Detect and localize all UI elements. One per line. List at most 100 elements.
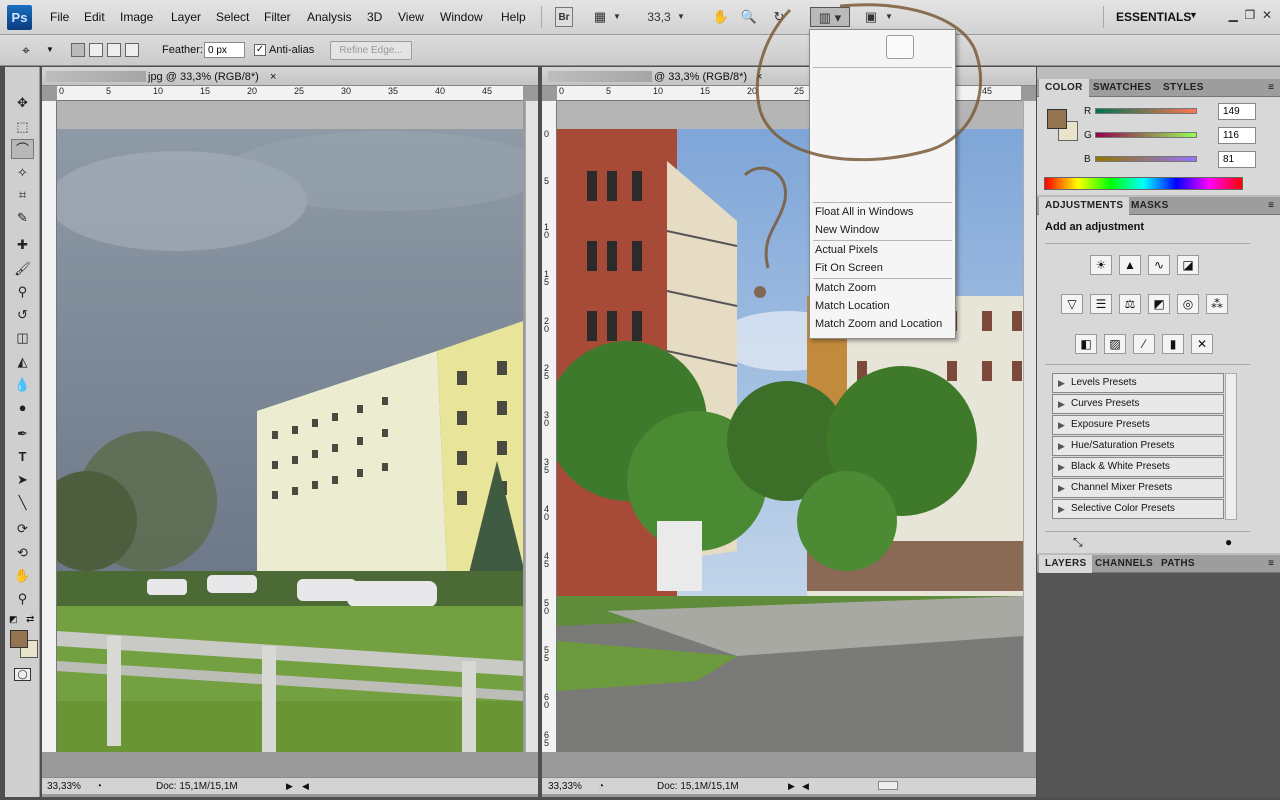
tab-adjustments[interactable]: ADJUSTMENTS: [1039, 197, 1130, 215]
tab-color[interactable]: COLOR: [1039, 79, 1089, 97]
path-selection-tool-icon[interactable]: ➤: [11, 470, 34, 490]
document-tab-1[interactable]: jpg @ 33,3% (RGB/8*) ×: [42, 67, 538, 86]
chevron-right-icon[interactable]: ▶: [788, 781, 795, 792]
chevron-down-icon[interactable]: ▼: [1189, 10, 1198, 20]
hue-saturation-icon[interactable]: ☰: [1090, 294, 1112, 314]
black-white-icon[interactable]: ◩: [1148, 294, 1170, 314]
photoshop-logo[interactable]: Ps: [7, 5, 32, 30]
horizontal-scroll-thumb[interactable]: [878, 781, 898, 790]
zoom-percentage[interactable]: 33,33%: [548, 781, 582, 792]
menu-match-location[interactable]: Match Location: [815, 300, 890, 312]
dodge-tool-icon[interactable]: ●: [11, 398, 34, 418]
lasso-tool-icon[interactable]: ⌒: [11, 139, 34, 159]
menu-file[interactable]: File: [50, 10, 69, 24]
menu-help[interactable]: Help: [501, 10, 526, 24]
menu-window[interactable]: Window: [440, 10, 483, 24]
green-value-input[interactable]: [1218, 127, 1256, 144]
history-brush-tool-icon[interactable]: ↺: [11, 305, 34, 325]
threshold-icon[interactable]: ⁄: [1133, 334, 1155, 354]
red-value-input[interactable]: [1218, 103, 1256, 120]
photo-filter-icon[interactable]: ◎: [1177, 294, 1199, 314]
layout-consolidate-icon[interactable]: [886, 35, 914, 59]
foreground-color-swatch[interactable]: [10, 630, 28, 648]
subtract-selection-icon[interactable]: [107, 43, 121, 57]
zoom-icon[interactable]: 🔍: [739, 7, 759, 27]
panel-menu-icon[interactable]: ≡: [1268, 82, 1274, 93]
swap-colors-icon[interactable]: ⇄: [26, 614, 34, 625]
chevron-down-icon[interactable]: ▼: [676, 7, 686, 27]
line-tool-icon[interactable]: ╲: [11, 493, 34, 513]
tab-swatches[interactable]: SWATCHES: [1087, 79, 1157, 97]
channel-mixer-icon[interactable]: ⁂: [1206, 294, 1228, 314]
tab-channels[interactable]: CHANNELS: [1089, 555, 1159, 573]
preset-black-white[interactable]: ▶ Black & White Presets: [1052, 457, 1224, 477]
brightness-icon[interactable]: ☀: [1090, 255, 1112, 275]
crop-tool-icon[interactable]: ⌗: [11, 185, 34, 205]
workspace-switcher[interactable]: ESSENTIALS: [1116, 10, 1191, 24]
preset-hue-saturation[interactable]: ▶ Hue/Saturation Presets: [1052, 436, 1224, 456]
tab-paths[interactable]: PATHS: [1155, 555, 1201, 573]
presets-scrollbar[interactable]: [1225, 373, 1237, 520]
bridge-button[interactable]: Br: [555, 7, 573, 27]
zoom-level-value[interactable]: 33,3: [646, 7, 672, 27]
menu-edit[interactable]: Edit: [84, 10, 105, 24]
magic-wand-tool-icon[interactable]: ✧: [11, 163, 34, 183]
preset-channel-mixer[interactable]: ▶ Channel Mixer Presets: [1052, 478, 1224, 498]
eraser-tool-icon[interactable]: ◫: [11, 328, 34, 348]
preset-exposure[interactable]: ▶ Exposure Presets: [1052, 415, 1224, 435]
menu-float-all-in-windows[interactable]: Float All in Windows: [815, 206, 913, 218]
posterize-icon[interactable]: ▨: [1104, 334, 1126, 354]
vibrance-icon[interactable]: ▽: [1061, 294, 1083, 314]
vertical-scrollbar[interactable]: [1023, 101, 1036, 752]
preset-levels[interactable]: ▶ Levels Presets: [1052, 373, 1224, 393]
menu-actual-pixels[interactable]: Actual Pixels: [815, 244, 878, 256]
arrange-documents-button[interactable]: ▥ ▾: [810, 7, 850, 27]
document-tab-2[interactable]: @ 33,3% (RGB/8*) ×: [542, 67, 1036, 86]
status-menu-icon[interactable]: ◔: [96, 781, 102, 792]
tab-layers[interactable]: LAYERS: [1039, 555, 1093, 573]
canvas-1[interactable]: [57, 101, 523, 752]
red-slider[interactable]: [1095, 108, 1197, 114]
zoom-tool-icon[interactable]: ⚲: [11, 589, 34, 609]
close-icon[interactable]: ×: [756, 71, 762, 83]
screen-mode-icon[interactable]: ▣: [861, 7, 881, 27]
restore-icon[interactable]: ❐: [1245, 8, 1256, 22]
menu-select[interactable]: Select: [216, 10, 249, 24]
tab-masks[interactable]: MASKS: [1125, 197, 1175, 215]
paint-bucket-tool-icon[interactable]: ◭: [11, 352, 34, 372]
color-spectrum-bar[interactable]: [1044, 177, 1243, 190]
minimize-icon[interactable]: ▁: [1229, 8, 1238, 22]
3d-rotate-tool-icon[interactable]: ⟳: [11, 519, 34, 539]
chevron-down-icon[interactable]: ▼: [612, 7, 622, 27]
blue-value-input[interactable]: [1218, 151, 1256, 168]
preset-selective-color[interactable]: ▶ Selective Color Presets: [1052, 499, 1224, 519]
preset-curves[interactable]: ▶ Curves Presets: [1052, 394, 1224, 414]
menu-match-zoom-and-location[interactable]: Match Zoom and Location: [815, 318, 942, 330]
scroll-left-icon[interactable]: ◀: [802, 781, 809, 792]
refine-edge-button[interactable]: Refine Edge...: [330, 41, 412, 60]
invert-icon[interactable]: ◧: [1075, 334, 1097, 354]
brush-tool-icon[interactable]: 🖌: [11, 259, 34, 279]
chevron-right-icon[interactable]: ▶: [286, 781, 293, 792]
quick-mask-icon[interactable]: ◯: [14, 668, 31, 681]
add-selection-icon[interactable]: [89, 43, 103, 57]
zoom-percentage[interactable]: 33,33%: [47, 781, 81, 792]
chevron-down-icon[interactable]: ▼: [884, 7, 894, 27]
film-strip-icon[interactable]: ▦: [590, 7, 610, 27]
foreground-color-swatch[interactable]: [1047, 109, 1067, 129]
vertical-scrollbar[interactable]: [525, 101, 538, 752]
3d-orbit-tool-icon[interactable]: ⟲: [11, 543, 34, 563]
curves-icon[interactable]: ∿: [1148, 255, 1170, 275]
default-colors-icon[interactable]: ◩: [9, 614, 18, 625]
clone-stamp-tool-icon[interactable]: ⚲: [11, 282, 34, 302]
healing-brush-tool-icon[interactable]: ✚: [11, 235, 34, 255]
panel-menu-icon[interactable]: ≡: [1268, 200, 1274, 211]
close-icon[interactable]: ×: [270, 71, 276, 83]
blur-tool-icon[interactable]: 💧: [11, 375, 34, 395]
move-tool-icon[interactable]: ✥: [11, 93, 34, 113]
green-slider[interactable]: [1095, 132, 1197, 138]
chevron-down-icon[interactable]: ▼: [46, 45, 54, 54]
selective-color-icon[interactable]: ✕: [1191, 334, 1213, 354]
visibility-icon[interactable]: ●: [1225, 535, 1232, 549]
antialias-checkbox[interactable]: ✓: [254, 44, 266, 56]
